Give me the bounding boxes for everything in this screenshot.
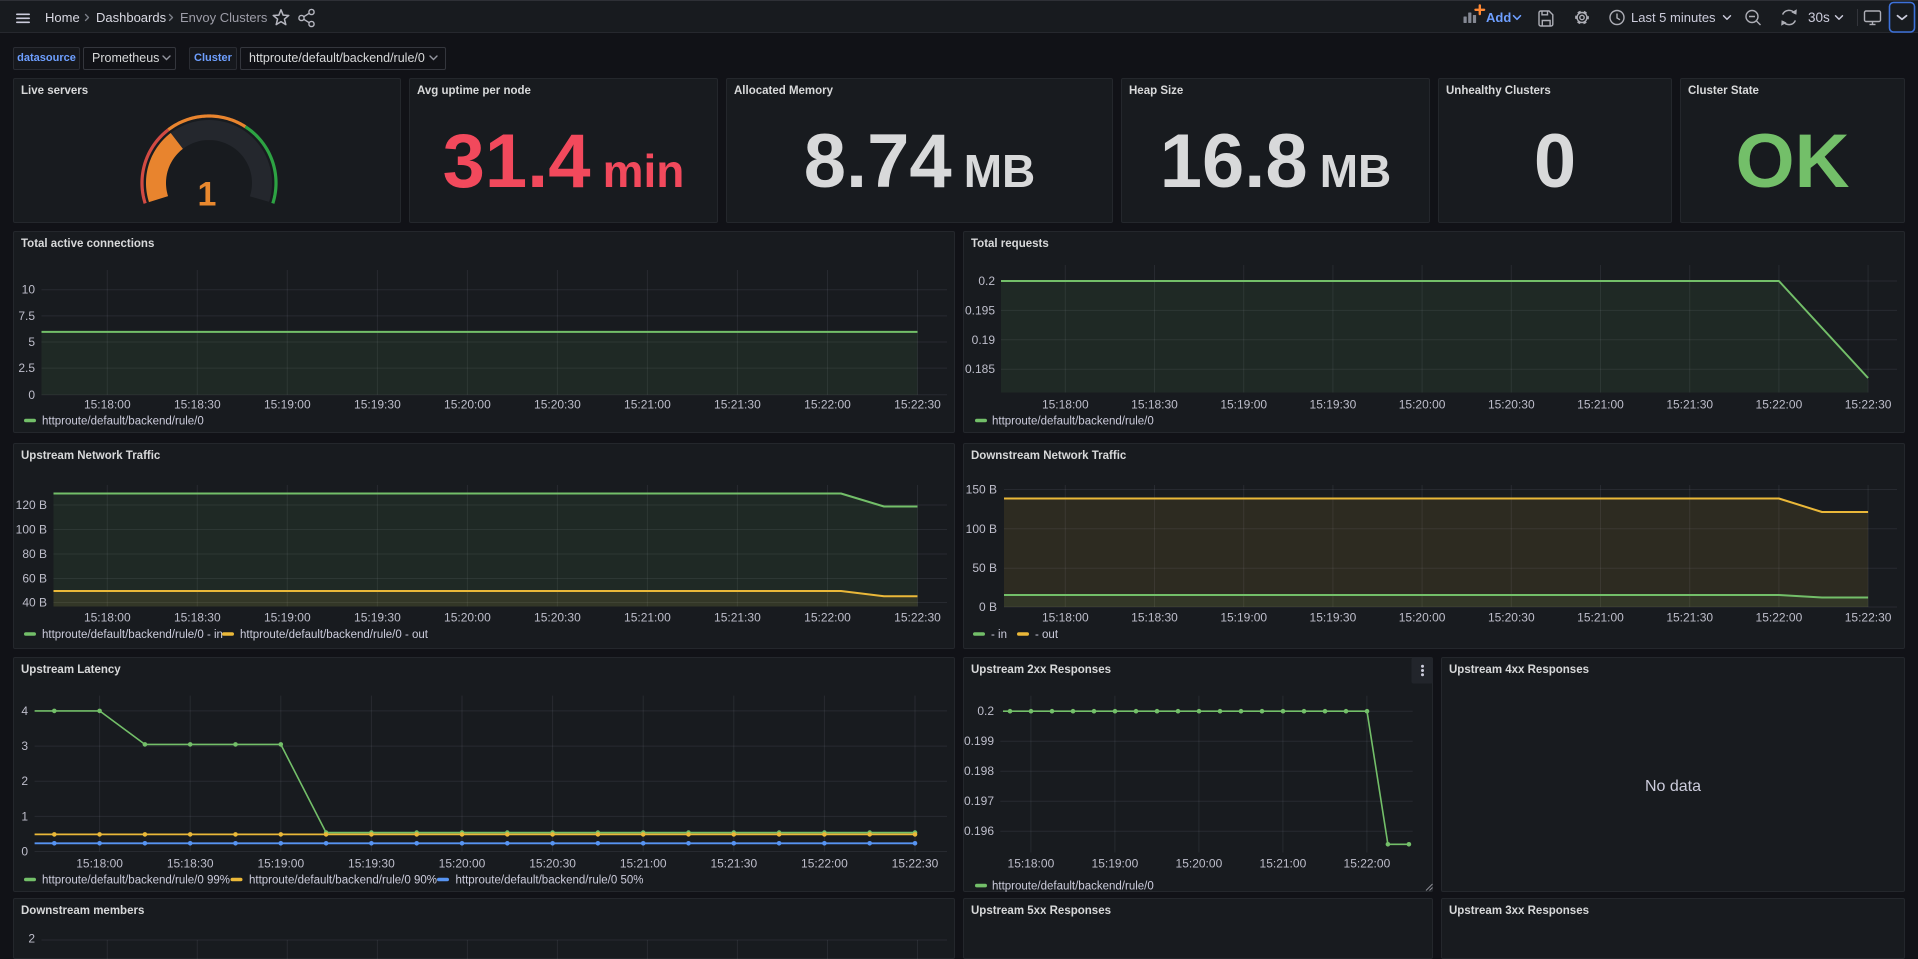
svg-text:15:19:00: 15:19:00 xyxy=(1220,611,1267,625)
svg-text:15:21:30: 15:21:30 xyxy=(714,398,761,412)
svg-text:15:20:30: 15:20:30 xyxy=(529,857,576,871)
svg-text:httproute/default/backend/rule: httproute/default/backend/rule/0 xyxy=(992,416,1154,428)
svg-text:0.195: 0.195 xyxy=(965,303,995,317)
svg-text:httproute/default/backend/rule: httproute/default/backend/rule/0 - out xyxy=(240,629,429,641)
svg-text:15:21:30: 15:21:30 xyxy=(714,611,761,625)
svg-text:15:21:00: 15:21:00 xyxy=(620,857,667,871)
svg-text:15:19:30: 15:19:30 xyxy=(1310,611,1357,625)
svg-text:5: 5 xyxy=(28,335,35,349)
svg-text:15:20:30: 15:20:30 xyxy=(534,398,581,412)
svg-text:120 B: 120 B xyxy=(16,498,47,512)
svg-text:1: 1 xyxy=(198,176,217,214)
svg-text:15:18:30: 15:18:30 xyxy=(174,398,221,412)
svg-text:15:19:00: 15:19:00 xyxy=(264,398,311,412)
svg-text:15:22:30: 15:22:30 xyxy=(894,611,941,625)
svg-text:0.19: 0.19 xyxy=(972,333,996,347)
svg-text:15:20:00: 15:20:00 xyxy=(1399,398,1446,412)
svg-text:15:18:30: 15:18:30 xyxy=(1131,611,1178,625)
svg-text:15:22:00: 15:22:00 xyxy=(804,398,851,412)
svg-text:0.199: 0.199 xyxy=(964,734,994,748)
svg-text:100 B: 100 B xyxy=(16,523,47,537)
svg-text:2: 2 xyxy=(28,932,35,946)
svg-text:10: 10 xyxy=(22,283,36,297)
svg-text:- out: - out xyxy=(1035,629,1059,641)
svg-text:0.2: 0.2 xyxy=(978,274,995,288)
svg-text:7.5: 7.5 xyxy=(18,309,35,323)
svg-text:40 B: 40 B xyxy=(22,596,47,610)
svg-text:httproute/default/backend/rule: httproute/default/backend/rule/0 xyxy=(992,881,1154,893)
svg-text:30s: 30s xyxy=(1808,10,1830,25)
svg-text:50 B: 50 B xyxy=(972,561,997,575)
svg-text:15:22:00: 15:22:00 xyxy=(801,857,848,871)
svg-text:15:18:00: 15:18:00 xyxy=(1008,857,1055,871)
svg-text:15:21:00: 15:21:00 xyxy=(1577,611,1624,625)
svg-text:15:19:30: 15:19:30 xyxy=(348,857,395,871)
svg-text:0.197: 0.197 xyxy=(964,794,994,808)
svg-text:15:20:00: 15:20:00 xyxy=(439,857,486,871)
svg-text:15:19:30: 15:19:30 xyxy=(1310,398,1357,412)
svg-text:1: 1 xyxy=(21,809,28,823)
svg-text:15:18:30: 15:18:30 xyxy=(167,857,214,871)
svg-text:15:19:00: 15:19:00 xyxy=(264,611,311,625)
svg-text:15:21:30: 15:21:30 xyxy=(1666,398,1713,412)
svg-text:15:18:30: 15:18:30 xyxy=(1131,398,1178,412)
svg-text:15:20:00: 15:20:00 xyxy=(444,611,491,625)
svg-text:0: 0 xyxy=(21,845,28,859)
svg-text:15:21:00: 15:21:00 xyxy=(1577,398,1624,412)
svg-text:15:20:30: 15:20:30 xyxy=(1488,398,1535,412)
svg-text:15:18:00: 15:18:00 xyxy=(76,857,123,871)
svg-text:15:18:00: 15:18:00 xyxy=(1042,398,1089,412)
svg-text:150 B: 150 B xyxy=(966,483,997,497)
svg-text:15:20:30: 15:20:30 xyxy=(534,611,581,625)
svg-text:15:22:30: 15:22:30 xyxy=(1845,611,1892,625)
svg-text:3: 3 xyxy=(21,739,28,753)
svg-text:0.196: 0.196 xyxy=(964,824,994,838)
svg-text:15:19:00: 15:19:00 xyxy=(1220,398,1267,412)
svg-text:- in: - in xyxy=(991,629,1007,641)
svg-text:15:20:30: 15:20:30 xyxy=(1488,611,1535,625)
svg-text:2: 2 xyxy=(21,774,28,788)
svg-text:15:22:00: 15:22:00 xyxy=(1756,398,1803,412)
svg-text:15:19:00: 15:19:00 xyxy=(1092,857,1139,871)
svg-text:15:18:00: 15:18:00 xyxy=(1042,611,1089,625)
svg-text:0.185: 0.185 xyxy=(965,362,995,376)
svg-text:100 B: 100 B xyxy=(966,522,997,536)
svg-text:15:18:00: 15:18:00 xyxy=(84,611,131,625)
svg-text:15:20:00: 15:20:00 xyxy=(1176,857,1223,871)
svg-text:Add: Add xyxy=(1486,10,1511,25)
svg-text:80 B: 80 B xyxy=(22,547,47,561)
svg-text:15:22:30: 15:22:30 xyxy=(894,398,941,412)
svg-text:httproute/default/backend/rule: httproute/default/backend/rule/0 50% xyxy=(456,875,644,887)
svg-text:15:20:00: 15:20:00 xyxy=(1399,611,1446,625)
svg-text:15:21:30: 15:21:30 xyxy=(1666,611,1713,625)
svg-text:15:22:30: 15:22:30 xyxy=(1845,398,1892,412)
svg-text:15:19:30: 15:19:30 xyxy=(354,611,401,625)
svg-text:httproute/default/backend/rule: httproute/default/backend/rule/0 99% xyxy=(42,875,230,887)
svg-text:httproute/default/backend/rule: httproute/default/backend/rule/0 xyxy=(42,416,204,428)
svg-text:15:19:00: 15:19:00 xyxy=(257,857,304,871)
svg-text:60 B: 60 B xyxy=(22,572,47,586)
svg-text:15:22:00: 15:22:00 xyxy=(1344,857,1391,871)
svg-text:15:22:00: 15:22:00 xyxy=(804,611,851,625)
svg-text:15:18:30: 15:18:30 xyxy=(174,611,221,625)
svg-text:0.2: 0.2 xyxy=(977,704,994,718)
svg-text:15:21:00: 15:21:00 xyxy=(624,398,671,412)
svg-text:15:22:00: 15:22:00 xyxy=(1756,611,1803,625)
svg-text:15:21:00: 15:21:00 xyxy=(624,611,671,625)
svg-text:4: 4 xyxy=(21,704,28,718)
svg-text:15:22:30: 15:22:30 xyxy=(892,857,939,871)
svg-text:15:19:30: 15:19:30 xyxy=(354,398,401,412)
svg-text:0: 0 xyxy=(28,388,35,402)
svg-text:0.198: 0.198 xyxy=(964,764,994,778)
svg-text:15:20:00: 15:20:00 xyxy=(444,398,491,412)
svg-text:httproute/default/backend/rule: httproute/default/backend/rule/0 90% xyxy=(249,875,437,887)
svg-text:15:21:00: 15:21:00 xyxy=(1260,857,1307,871)
svg-text:0 B: 0 B xyxy=(979,600,997,614)
svg-text:2.5: 2.5 xyxy=(18,361,35,375)
svg-text:Last 5 minutes: Last 5 minutes xyxy=(1631,10,1716,25)
svg-text:15:18:00: 15:18:00 xyxy=(84,398,131,412)
svg-text:httproute/default/backend/rule: httproute/default/backend/rule/0 - in xyxy=(42,629,223,641)
svg-text:15:21:30: 15:21:30 xyxy=(710,857,757,871)
